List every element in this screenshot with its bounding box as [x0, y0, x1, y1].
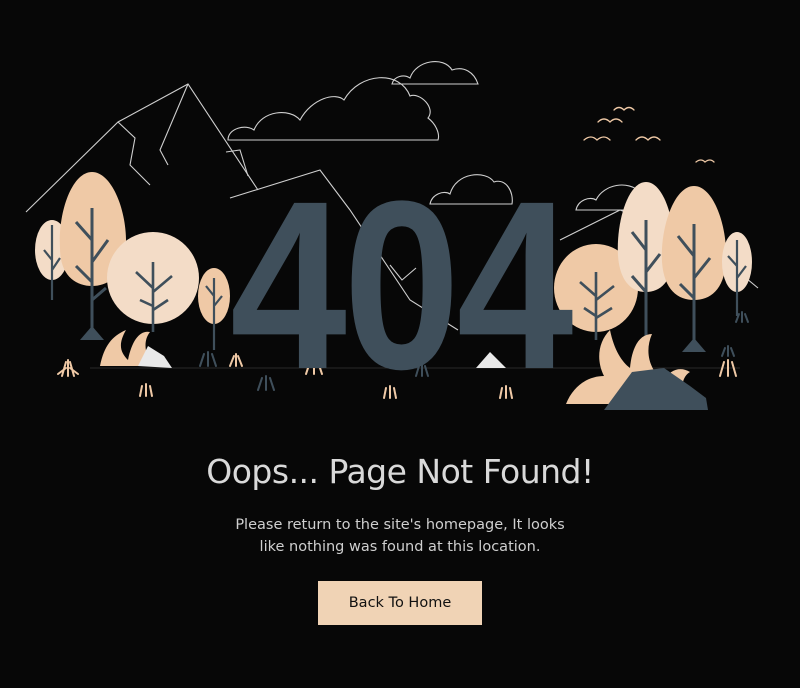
cloud-icon	[391, 61, 479, 85]
error-code: 404	[230, 151, 573, 419]
bird-icon	[613, 106, 635, 111]
bird-icon	[635, 136, 661, 141]
bird-icon	[597, 118, 623, 123]
bird-icon	[695, 159, 715, 163]
tree	[198, 268, 230, 350]
tree	[722, 232, 752, 316]
bush	[566, 330, 708, 410]
not-found-illustration: 404	[25, 61, 759, 419]
grass-tufts	[719, 311, 749, 377]
back-to-home-button[interactable]: Back To Home	[318, 581, 482, 625]
not-found-message: Please return to the site's homepage, It…	[235, 517, 565, 555]
birds	[583, 106, 715, 163]
tree	[661, 186, 727, 352]
bird-icon	[583, 136, 611, 141]
page-title: Oops... Page Not Found!	[206, 452, 594, 491]
tree	[107, 232, 199, 332]
cloud-icon	[227, 77, 440, 141]
